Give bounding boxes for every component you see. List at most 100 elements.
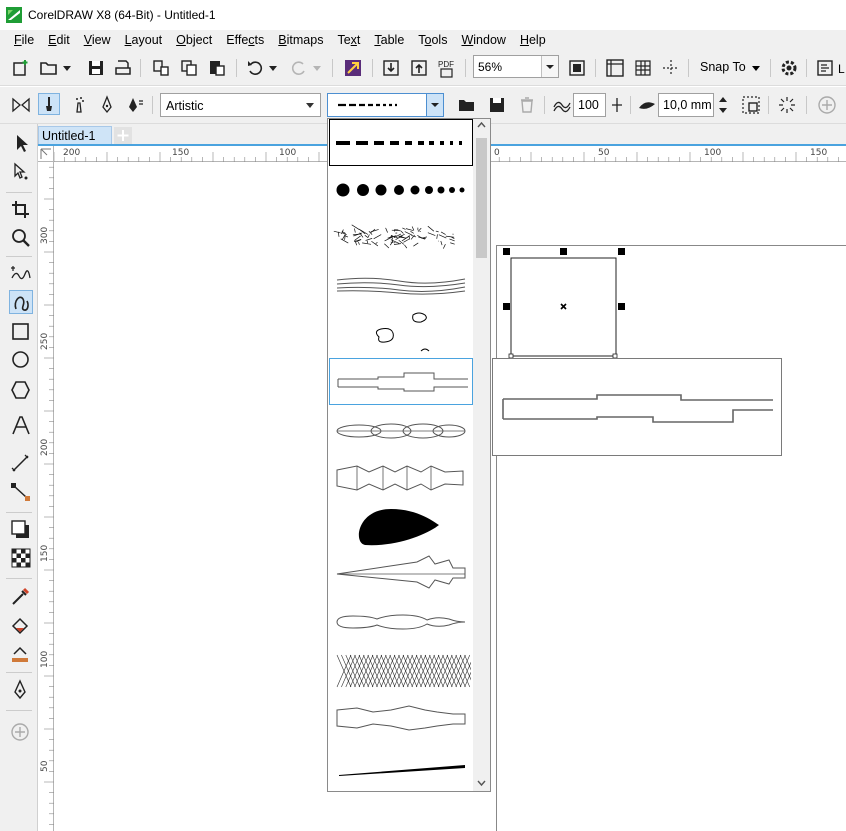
undo-dropdown-icon[interactable]	[266, 57, 280, 79]
stroke-option-blobs[interactable]	[329, 307, 473, 354]
rectangle-tool-icon[interactable]	[9, 320, 33, 344]
artistic-media-select[interactable]: Artistic	[160, 93, 321, 117]
menu-object[interactable]: Object	[170, 33, 220, 47]
sprayer-tool-icon[interactable]	[68, 94, 90, 116]
snap-to-button[interactable]: Snap To	[700, 60, 746, 74]
menu-window[interactable]: Window	[455, 33, 513, 47]
selection-handle[interactable]	[503, 303, 510, 310]
copy-icon[interactable]	[178, 57, 200, 79]
show-grid-icon[interactable]	[632, 57, 654, 79]
menu-table[interactable]: Table	[368, 33, 412, 47]
vertical-ruler[interactable]	[38, 145, 54, 831]
full-screen-icon[interactable]	[566, 57, 588, 79]
menu-view[interactable]: View	[78, 33, 119, 47]
import-icon[interactable]	[150, 57, 172, 79]
selection-handle[interactable]	[503, 248, 510, 255]
stroke-option-dots[interactable]	[329, 166, 473, 213]
stroke-option-chain-ovals[interactable]	[329, 407, 473, 454]
new-document-tab-icon[interactable]	[114, 127, 132, 144]
import-arrow-icon[interactable]	[380, 57, 402, 79]
ellipse-tool-icon[interactable]	[9, 348, 33, 372]
add-toolbar-icon[interactable]	[816, 94, 838, 116]
menu-text[interactable]: Text	[331, 33, 368, 47]
paste-icon[interactable]	[206, 57, 228, 79]
stroke-option-teardrop[interactable]	[329, 501, 473, 548]
stroke-width-input[interactable]: 10,0 mm	[658, 93, 714, 117]
calligraphic-tool-icon[interactable]	[96, 94, 118, 116]
drop-shadow-tool-icon[interactable]	[9, 518, 33, 542]
width-spinner-icon[interactable]	[715, 94, 731, 116]
stroke-option-wavy-oval[interactable]	[329, 598, 473, 645]
options-gear-icon[interactable]	[778, 57, 800, 79]
crop-tool-icon[interactable]	[9, 198, 33, 222]
menu-edit[interactable]: Edit	[42, 33, 78, 47]
stroke-option-step-line[interactable]	[329, 358, 473, 405]
selected-rectangle[interactable]	[496, 244, 636, 364]
expression-tool-icon[interactable]	[124, 94, 146, 116]
stroke-option-bumpy-strip[interactable]	[329, 694, 473, 741]
selection-handle[interactable]	[618, 303, 625, 310]
menu-effects[interactable]: Effects	[220, 33, 272, 47]
stroke-option-crosshatch[interactable]	[329, 647, 479, 694]
apply-to-new-object-icon[interactable]	[740, 94, 762, 116]
menu-help[interactable]: Help	[514, 33, 554, 47]
stroke-option-dashed-line[interactable]	[329, 119, 473, 166]
redo-dropdown-icon[interactable]	[310, 57, 324, 79]
artistic-dropdown-icon[interactable]	[306, 103, 314, 108]
smoothing-input[interactable]: 100	[573, 93, 606, 117]
stroke-option-wavy-lines[interactable]	[329, 260, 473, 307]
stroke-option-thin-taper[interactable]	[329, 741, 473, 788]
delete-stroke-icon[interactable]	[516, 94, 538, 116]
transparency-tool-icon[interactable]	[9, 546, 33, 570]
new-document-icon[interactable]	[10, 57, 32, 79]
stroke-option-scribble-brush[interactable]	[329, 213, 473, 260]
search-content-icon[interactable]	[342, 57, 364, 79]
menu-tools[interactable]: Tools	[412, 33, 455, 47]
zoom-level-select[interactable]: 56%	[473, 55, 559, 78]
parallel-dimension-tool-icon[interactable]	[9, 452, 33, 476]
stroke-option-arrow-taper[interactable]	[329, 548, 473, 595]
snap-to-dropdown-icon[interactable]	[752, 66, 760, 71]
redo-icon[interactable]	[288, 57, 310, 79]
print-icon[interactable]	[112, 57, 134, 79]
undo-icon[interactable]	[244, 57, 266, 79]
launch-label[interactable]: L	[838, 62, 845, 76]
brush-tool-icon[interactable]	[38, 93, 60, 115]
publish-pdf-icon[interactable]: PDF	[436, 57, 458, 79]
show-rulers-icon[interactable]	[604, 57, 626, 79]
interactive-fill-tool-icon[interactable]	[9, 614, 33, 638]
brush-stroke-select[interactable]	[327, 93, 444, 117]
text-tool-icon[interactable]	[9, 414, 33, 438]
save-stroke-icon[interactable]	[486, 94, 508, 116]
smart-fill-tool-icon[interactable]	[9, 642, 33, 666]
browse-folder-icon[interactable]	[456, 94, 478, 116]
smoothing-stepper-icon[interactable]	[606, 94, 628, 116]
launch-icon[interactable]	[814, 57, 836, 79]
menu-file[interactable]: File	[8, 33, 42, 47]
zoom-dropdown-icon[interactable]	[541, 56, 558, 77]
connector-tool-icon[interactable]	[9, 480, 33, 504]
pick-tool-icon[interactable]	[9, 132, 33, 156]
brush-stroke-dropdown-icon[interactable]	[426, 94, 443, 116]
menu-bitmaps[interactable]: Bitmaps	[272, 33, 331, 47]
save-icon[interactable]	[85, 57, 107, 79]
freehand-burst-icon[interactable]	[776, 94, 798, 116]
freehand-tool-icon[interactable]	[9, 262, 33, 286]
artistic-media-tool-icon[interactable]	[9, 290, 33, 314]
document-tab[interactable]: Untitled-1	[38, 126, 112, 145]
shape-tool-icon[interactable]	[9, 160, 33, 184]
stroke-option-bead-shapes[interactable]	[329, 454, 473, 501]
customize-toolbox-icon[interactable]	[9, 721, 33, 745]
zoom-tool-icon[interactable]	[9, 226, 33, 250]
outline-pen-tool-icon[interactable]	[9, 678, 33, 702]
open-folder-icon[interactable]	[38, 57, 60, 79]
show-guidelines-icon[interactable]	[660, 57, 682, 79]
selection-handle[interactable]	[560, 248, 567, 255]
eyedropper-tool-icon[interactable]	[9, 584, 33, 608]
preset-tool-icon[interactable]	[10, 94, 32, 116]
selection-handle[interactable]	[618, 248, 625, 255]
polygon-tool-icon[interactable]	[9, 378, 33, 402]
export-arrow-icon[interactable]	[408, 57, 430, 79]
scrollbar-thumb[interactable]	[476, 138, 487, 258]
menu-layout[interactable]: Layout	[119, 33, 171, 47]
